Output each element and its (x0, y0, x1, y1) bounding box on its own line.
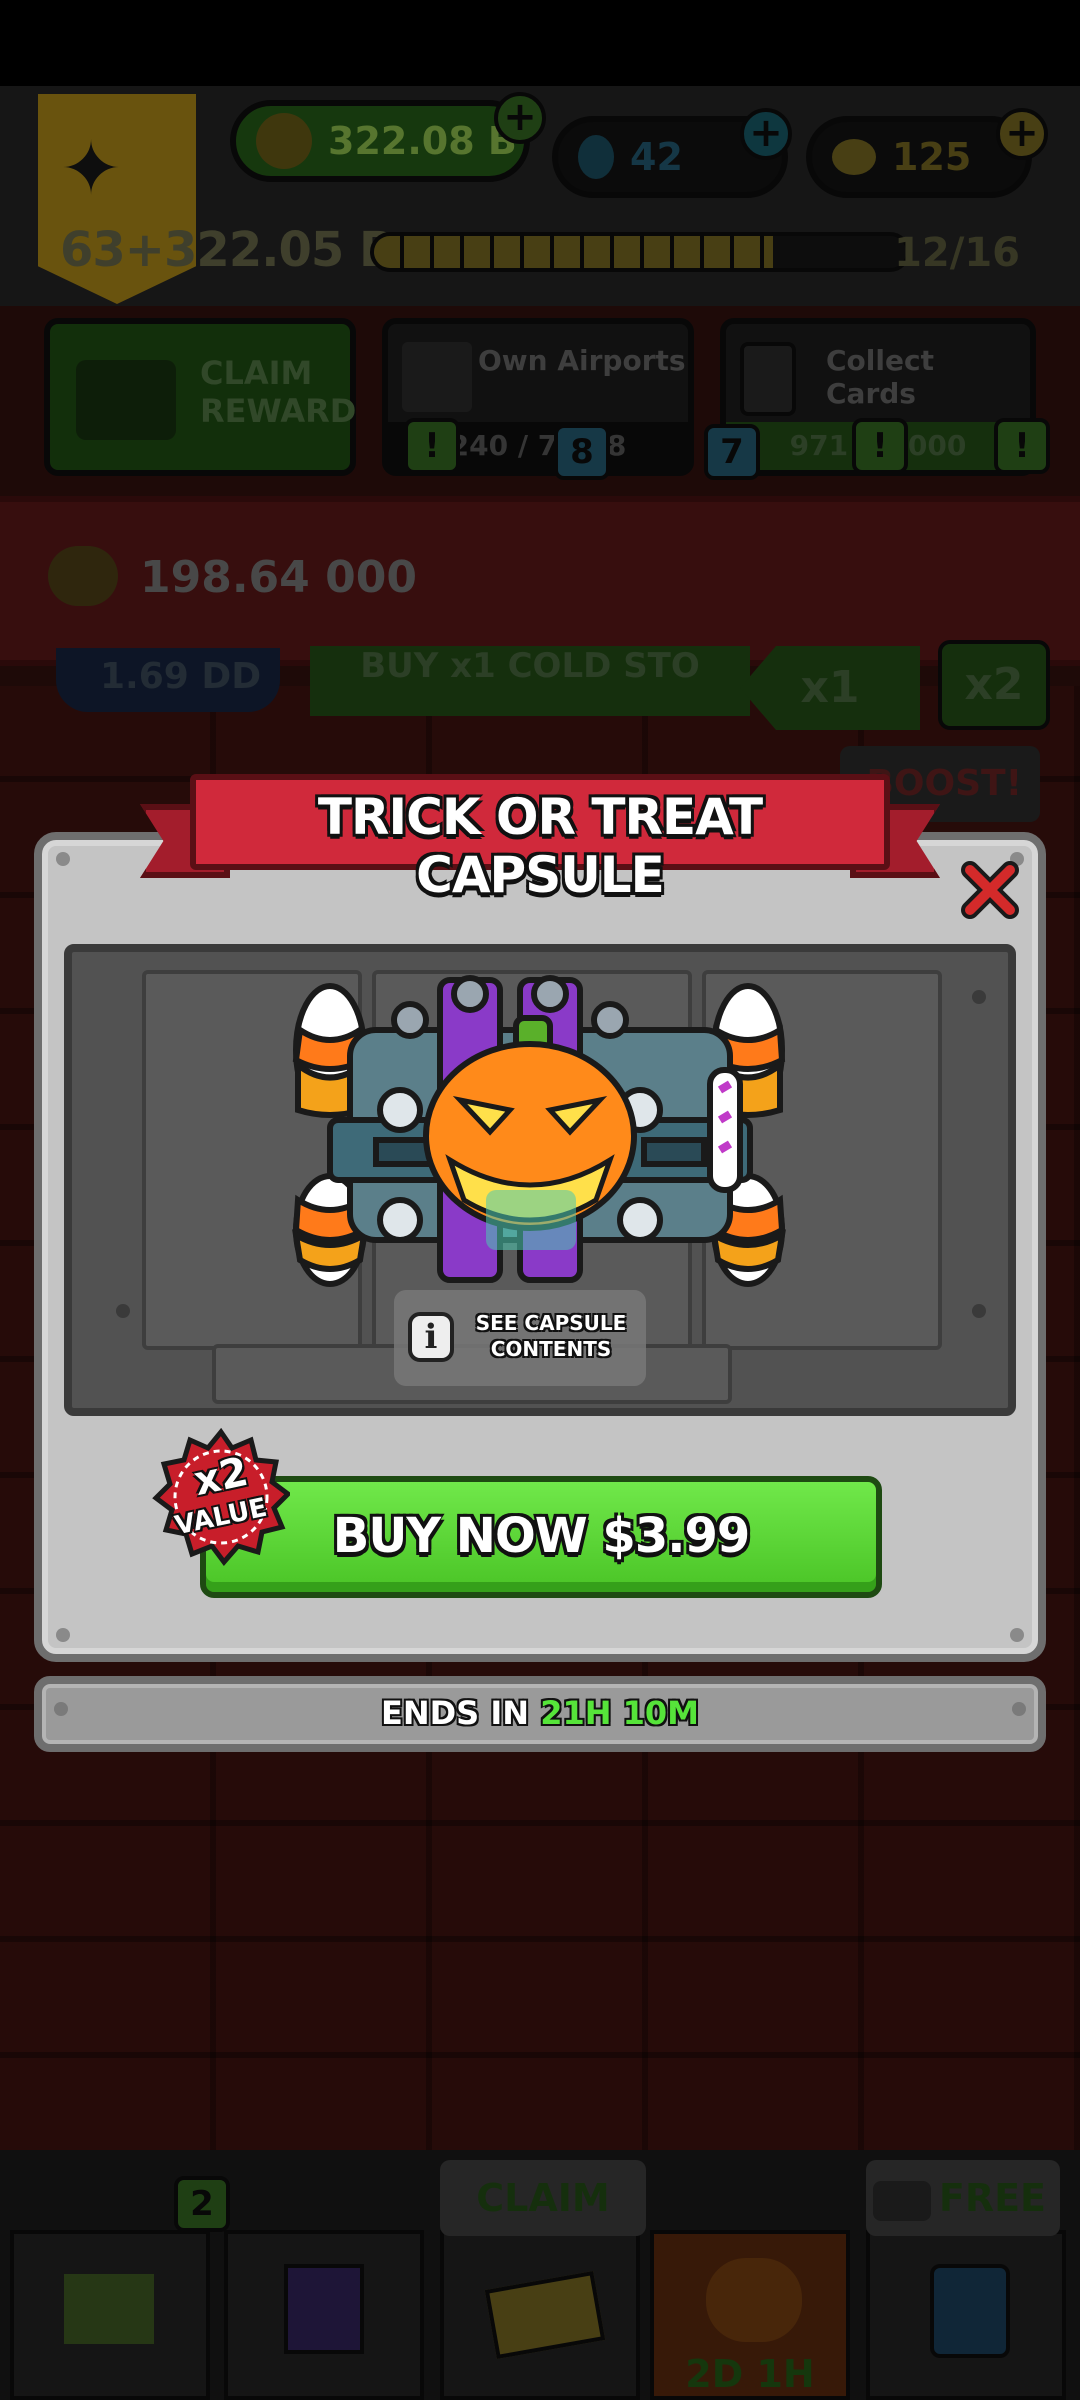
buy-now-label: BUY NOW $3.99 (332, 1508, 751, 1564)
see-capsule-contents-button[interactable]: i SEE CAPSULE CONTENTS (394, 1290, 646, 1386)
rivet (972, 1304, 986, 1318)
offer-timer-bar: ENDS IN 21H 10M (34, 1676, 1046, 1752)
ends-in-minutes: 10M (622, 1694, 700, 1732)
x2-value-badge: x2 VALUE (152, 1428, 290, 1566)
modal-title: TRICK OR TREAT CAPSULE (317, 788, 763, 904)
rivet (972, 990, 986, 1004)
trick-or-treat-capsule-image (292, 975, 786, 1287)
buy-now-button[interactable]: BUY NOW $3.99 (200, 1476, 882, 1598)
close-icon (961, 861, 1019, 919)
title-ribbon: TRICK OR TREAT CAPSULE (140, 774, 940, 904)
close-button[interactable] (958, 858, 1022, 922)
rivet (116, 1304, 130, 1318)
ends-in-label: ENDS IN (380, 1694, 530, 1732)
rivet (56, 852, 70, 866)
ends-in-hours: 21H (540, 1694, 612, 1732)
see-capsule-contents-label: SEE CAPSULE CONTENTS (475, 1311, 627, 1361)
rivet (1010, 1628, 1024, 1642)
rivet (56, 1628, 70, 1642)
info-icon: i (408, 1312, 454, 1362)
status-bar (0, 0, 1080, 86)
offer-timer-text: ENDS IN 21H 10M (42, 1694, 1038, 1732)
